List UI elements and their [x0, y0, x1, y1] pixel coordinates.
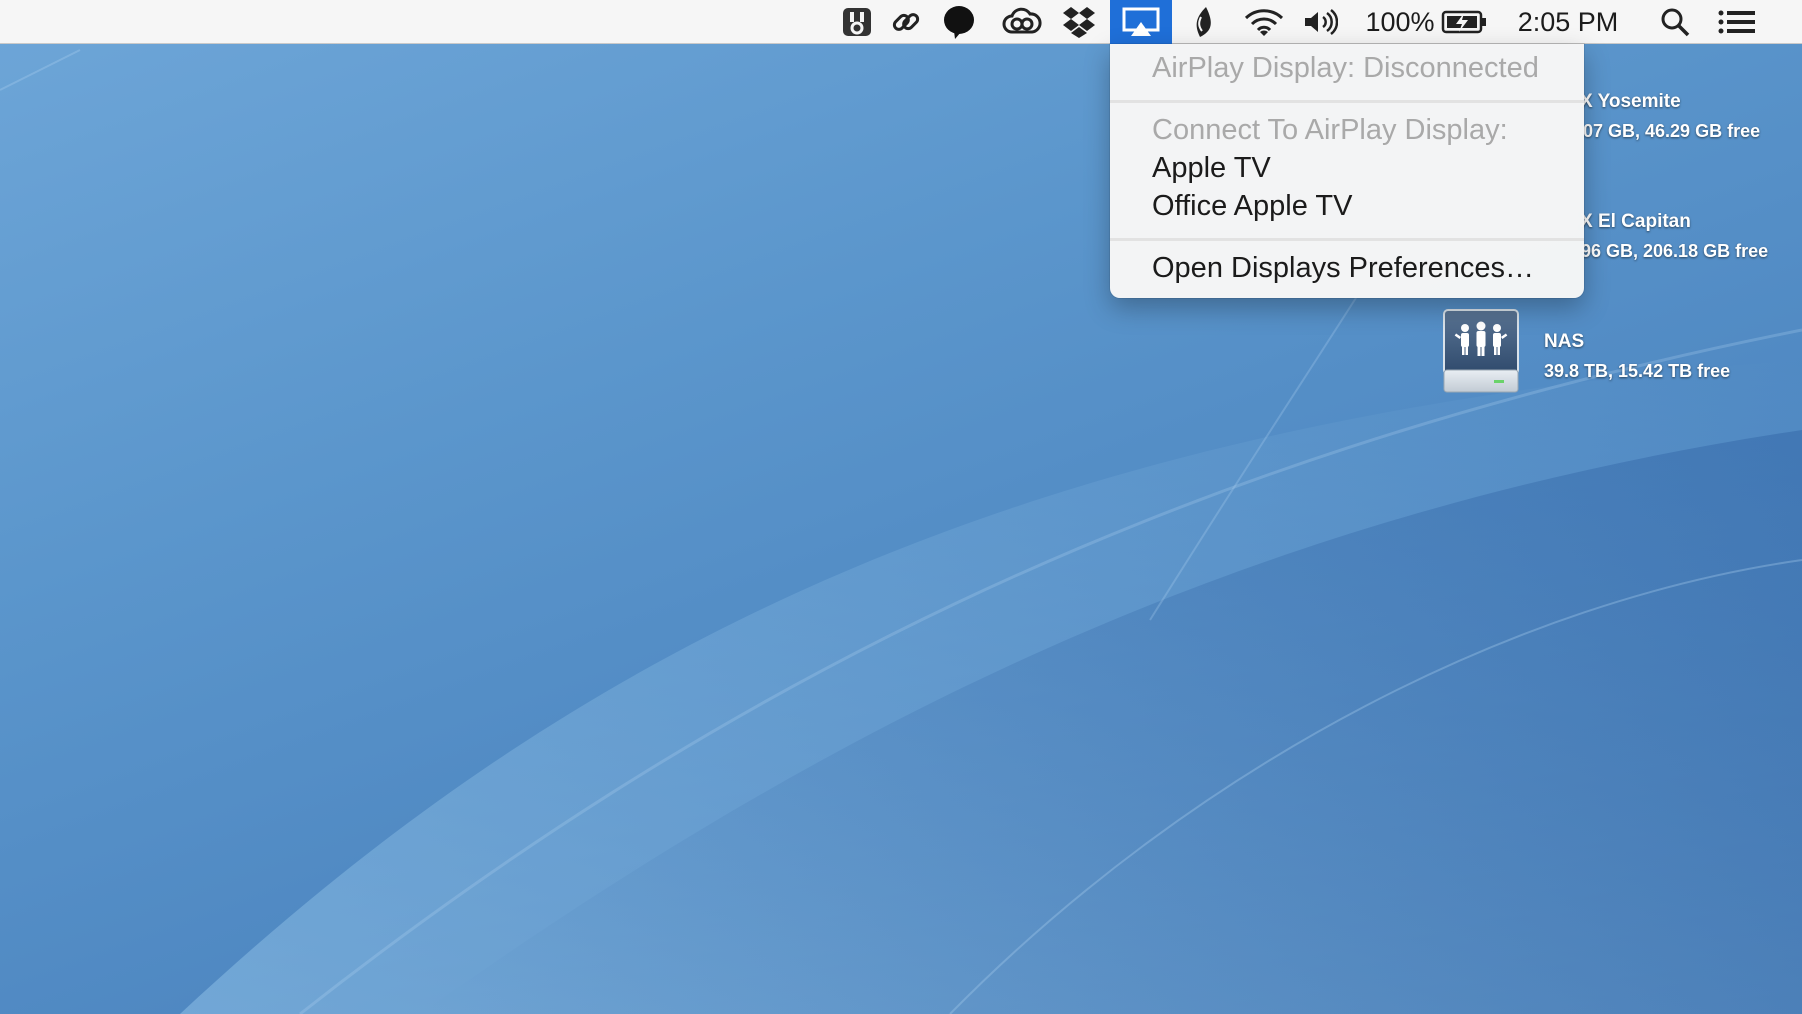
menu-separator: [1110, 100, 1584, 103]
notification-center-icon[interactable]: [1716, 0, 1758, 44]
airplay-icon[interactable]: [1110, 0, 1172, 44]
clock-label: 2:05 PM: [1517, 6, 1619, 37]
clock[interactable]: 2:05 PM: [1508, 0, 1628, 44]
volume-icon[interactable]: [1300, 0, 1340, 44]
volume-name-yosemite[interactable]: X Yosemite: [1580, 91, 1681, 113]
flux-icon[interactable]: [1186, 0, 1220, 44]
battery-percent-label: 100%: [1365, 6, 1435, 37]
volume-name-el-capitan[interactable]: X El Capitan: [1580, 211, 1691, 233]
volume-info-nas: 39.8 TB, 15.42 TB free: [1544, 361, 1731, 381]
battery-percent[interactable]: 100%: [1362, 0, 1438, 44]
menu-item-apple-tv[interactable]: Apple TV: [1152, 152, 1271, 185]
airplay-menu: AirPlay Display: Disconnected Connect To…: [1110, 44, 1584, 298]
spotlight-icon[interactable]: [1656, 0, 1694, 44]
network-drive-icon[interactable]: [1440, 308, 1522, 396]
menu-item-open-displays-preferences[interactable]: Open Displays Preferences…: [1152, 252, 1534, 285]
airplay-status: AirPlay Display: Disconnected: [1152, 52, 1539, 84]
volume-info-yosemite: 07 GB, 46.29 GB free: [1583, 121, 1761, 141]
link-icon[interactable]: [887, 0, 925, 44]
connect-header: Connect To AirPlay Display:: [1152, 114, 1508, 146]
volume-info-el-capitan: 96 GB, 206.18 GB free: [1581, 241, 1769, 261]
wifi-icon[interactable]: [1240, 0, 1288, 44]
speech-bubble-icon[interactable]: [940, 0, 978, 44]
battery-icon[interactable]: [1440, 0, 1490, 44]
menu-bar: 100% 2:05 PM: [0, 0, 1802, 44]
menu-separator: [1110, 238, 1584, 241]
menu-item-office-apple-tv[interactable]: Office Apple TV: [1152, 190, 1352, 223]
dropbox-icon[interactable]: [1058, 0, 1100, 44]
volume-name-nas[interactable]: NAS: [1544, 331, 1584, 353]
audio-hijack-icon[interactable]: [838, 0, 876, 44]
creative-cloud-icon[interactable]: [1000, 0, 1044, 44]
